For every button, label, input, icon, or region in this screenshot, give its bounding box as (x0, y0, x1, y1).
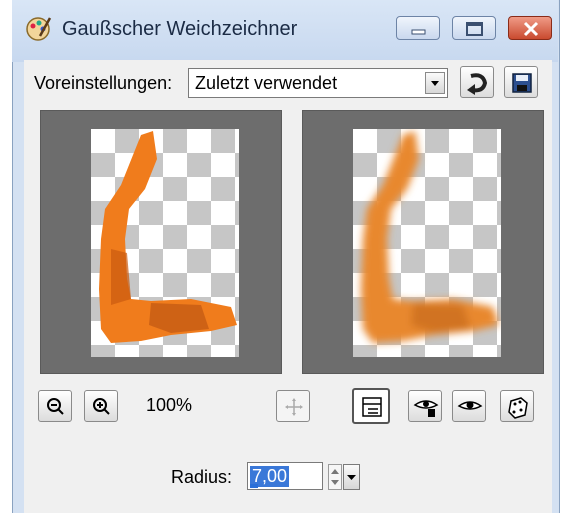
presets-value: Zuletzt verwendet (195, 73, 338, 93)
radius-dropdown[interactable] (343, 464, 360, 490)
presets-dropdown[interactable]: Zuletzt verwendet (188, 68, 448, 98)
blurred-stroke (361, 131, 499, 343)
randomize-icon (508, 397, 528, 419)
show-preview-icon (457, 401, 483, 410)
result-preview[interactable] (302, 110, 544, 374)
auto-proof-button[interactable] (408, 390, 442, 422)
original-stroke (99, 131, 237, 343)
app-icon (26, 17, 52, 41)
chevron-down-icon (347, 475, 356, 480)
zoom-in-icon (93, 398, 110, 415)
close-button[interactable] (508, 16, 552, 40)
close-icon (523, 21, 539, 37)
auto-proof-icon (413, 400, 439, 417)
radius-spinner[interactable] (328, 464, 342, 490)
zoom-out-button[interactable] (38, 390, 72, 422)
window-title: Gaußscher Weichzeichner (62, 18, 298, 40)
zoom-out-icon (47, 398, 64, 415)
radius-slider-fill (250, 484, 258, 488)
save-preset-button[interactable] (504, 66, 538, 98)
randomize-button[interactable] (500, 390, 534, 422)
minimize-button[interactable] (396, 16, 440, 40)
proof-icon (362, 397, 382, 417)
radius-input[interactable]: 7,00 (247, 462, 323, 490)
spin-arrows-icon (331, 469, 339, 485)
show-preview-button[interactable] (452, 390, 486, 422)
zoom-level: 100% (146, 395, 193, 415)
proof-button[interactable] (352, 388, 390, 424)
minimize-icon (411, 29, 426, 35)
radius-label: Radius: (171, 467, 233, 487)
original-preview[interactable] (40, 110, 282, 374)
chevron-down-icon[interactable] (425, 72, 445, 94)
zoom-in-button[interactable] (84, 390, 118, 422)
reset-icon (467, 73, 488, 95)
pan-icon (285, 398, 303, 416)
maximize-icon (466, 22, 483, 36)
save-icon (512, 73, 532, 93)
reset-button[interactable] (460, 66, 494, 98)
maximize-button[interactable] (452, 16, 496, 40)
presets-label: Voreinstellungen: (34, 73, 173, 93)
pan-button[interactable] (276, 390, 310, 422)
